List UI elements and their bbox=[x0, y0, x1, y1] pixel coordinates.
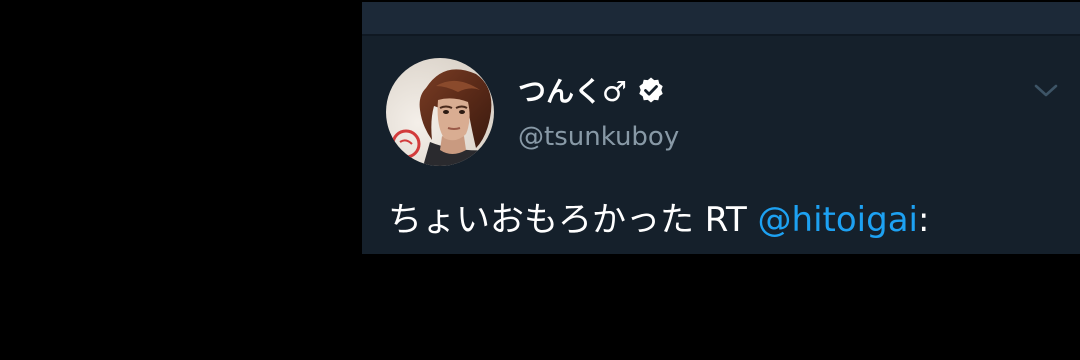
verified-badge-icon bbox=[637, 76, 665, 104]
screenshot-stage: つんく♂ @tsunkuboy ちょいおもろかった RT @hitoigai: bbox=[0, 0, 1080, 360]
tweet-menu-button[interactable] bbox=[1030, 74, 1062, 106]
avatar-image bbox=[386, 58, 494, 166]
mention-link[interactable]: @hitoigai bbox=[758, 200, 918, 240]
avatar[interactable] bbox=[386, 58, 494, 166]
top-strip bbox=[362, 2, 1080, 34]
tweet-text-suffix: : bbox=[917, 200, 930, 240]
tweet-card[interactable]: つんく♂ @tsunkuboy ちょいおもろかった RT @hitoigai: bbox=[362, 2, 1080, 254]
tweet-text-prefix: ちょいおもろかった RT bbox=[388, 200, 758, 240]
divider bbox=[362, 34, 1080, 36]
chevron-down-icon bbox=[1034, 84, 1058, 97]
tweet-text: ちょいおもろかった RT @hitoigai: bbox=[388, 196, 929, 244]
user-handle[interactable]: @tsunkuboy bbox=[518, 122, 679, 152]
display-name[interactable]: つんく♂ bbox=[518, 70, 627, 110]
display-name-row: つんく♂ bbox=[518, 68, 665, 112]
